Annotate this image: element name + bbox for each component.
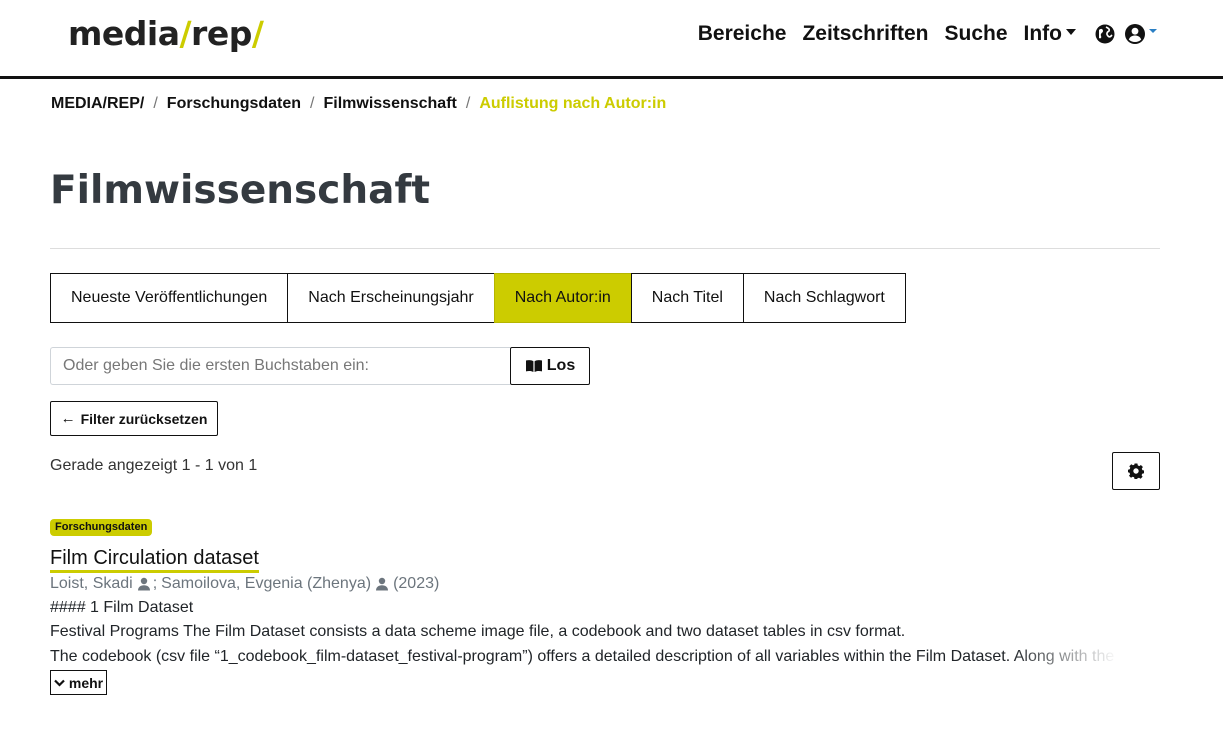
nav-zeitschriften[interactable]: Zeitschriften (802, 20, 928, 48)
chevron-down-icon (54, 679, 65, 687)
logo-media: media (68, 14, 180, 53)
browse-tabs: Neueste Veröffentlichungen Nach Erschein… (50, 273, 906, 323)
starts-with-input[interactable] (50, 347, 510, 385)
los-label: Los (546, 357, 576, 374)
tab-erscheinungsjahr[interactable]: Nach Erscheinungsjahr (287, 273, 495, 323)
tab-titel[interactable]: Nach Titel (630, 273, 744, 323)
tab-neueste[interactable]: Neueste Veröffentlichungen (50, 273, 289, 323)
los-button[interactable]: Los (510, 347, 590, 385)
logo-slash: / (179, 14, 192, 53)
author-separator: ; (152, 575, 158, 592)
item-type-badge: Forschungsdaten (50, 519, 153, 536)
breadcrumb-forschungsdaten[interactable]: Forschungsdaten (167, 95, 301, 113)
reset-filter-label: Filter zurücksetzen (80, 410, 208, 427)
title-divider (50, 248, 1160, 249)
user-icon[interactable] (1124, 23, 1146, 45)
tab-autor[interactable]: Nach Autor:in (493, 273, 632, 323)
nav-info-label: Info (1023, 22, 1062, 45)
nav-info[interactable]: Info (1024, 20, 1076, 48)
breadcrumb-separator: / (153, 95, 158, 112)
tab-schlagwort[interactable]: Nach Schlagwort (742, 273, 906, 323)
page-title: Filmwissenschaft (50, 168, 431, 213)
user-menu-chevron-icon[interactable] (1149, 29, 1157, 33)
breadcrumb-current: Auflistung nach Autor:in (479, 95, 667, 112)
author-link[interactable]: Loist, Skadi (50, 575, 133, 593)
gear-icon (1128, 463, 1144, 479)
breadcrumb-separator: / (465, 95, 471, 112)
results-status: Gerade angezeigt 1 - 1 von 1 (50, 457, 258, 474)
reset-filter-button[interactable]: ← Filter zurücksetzen (50, 401, 218, 436)
show-more-button[interactable]: mehr (50, 670, 107, 695)
breadcrumb-home[interactable]: MEDIA/REP/ (51, 95, 144, 113)
item-year: (2023) (393, 575, 440, 592)
show-more-label: mehr (68, 674, 104, 691)
item-description-line: #### 1 Film Dataset (50, 599, 194, 616)
settings-button[interactable] (1112, 452, 1160, 490)
logo-slash-end: / (251, 14, 264, 53)
logo-rep: rep (191, 14, 252, 53)
author-link[interactable]: Samoilova, Evgenia (Zhenya) (161, 575, 371, 593)
item-authors: Loist, Skadi ; Samoilova, Evgenia (Zheny… (50, 575, 439, 593)
globe-icon[interactable] (1094, 23, 1116, 45)
arrow-left-icon: ← (60, 410, 76, 427)
book-icon (525, 360, 542, 372)
main-nav: Bereiche Zeitschriften Suche Info (698, 20, 1157, 48)
breadcrumb: MEDIA/REP/ / Forschungsdaten / Filmwisse… (51, 95, 666, 113)
person-icon (137, 577, 151, 591)
item-description-fade: The codebook (csv file “1_codebook_film-… (50, 648, 1118, 670)
nav-bereiche[interactable]: Bereiche (698, 20, 787, 48)
item-title-link[interactable]: Film Circulation dataset (50, 546, 259, 573)
item-description-line: Festival Programs The Film Dataset consi… (50, 623, 906, 640)
item-description-line: The codebook (csv file “1_codebook_film-… (50, 648, 1115, 665)
site-logo[interactable]: media/rep/ (68, 12, 264, 56)
person-icon (375, 577, 389, 591)
breadcrumb-filmwissenschaft[interactable]: Filmwissenschaft (323, 95, 456, 113)
chevron-down-icon (1066, 29, 1076, 36)
breadcrumb-separator: / (310, 95, 315, 112)
site-header: media/rep/ Bereiche Zeitschriften Suche … (0, 0, 1223, 79)
nav-suche[interactable]: Suche (944, 20, 1007, 48)
